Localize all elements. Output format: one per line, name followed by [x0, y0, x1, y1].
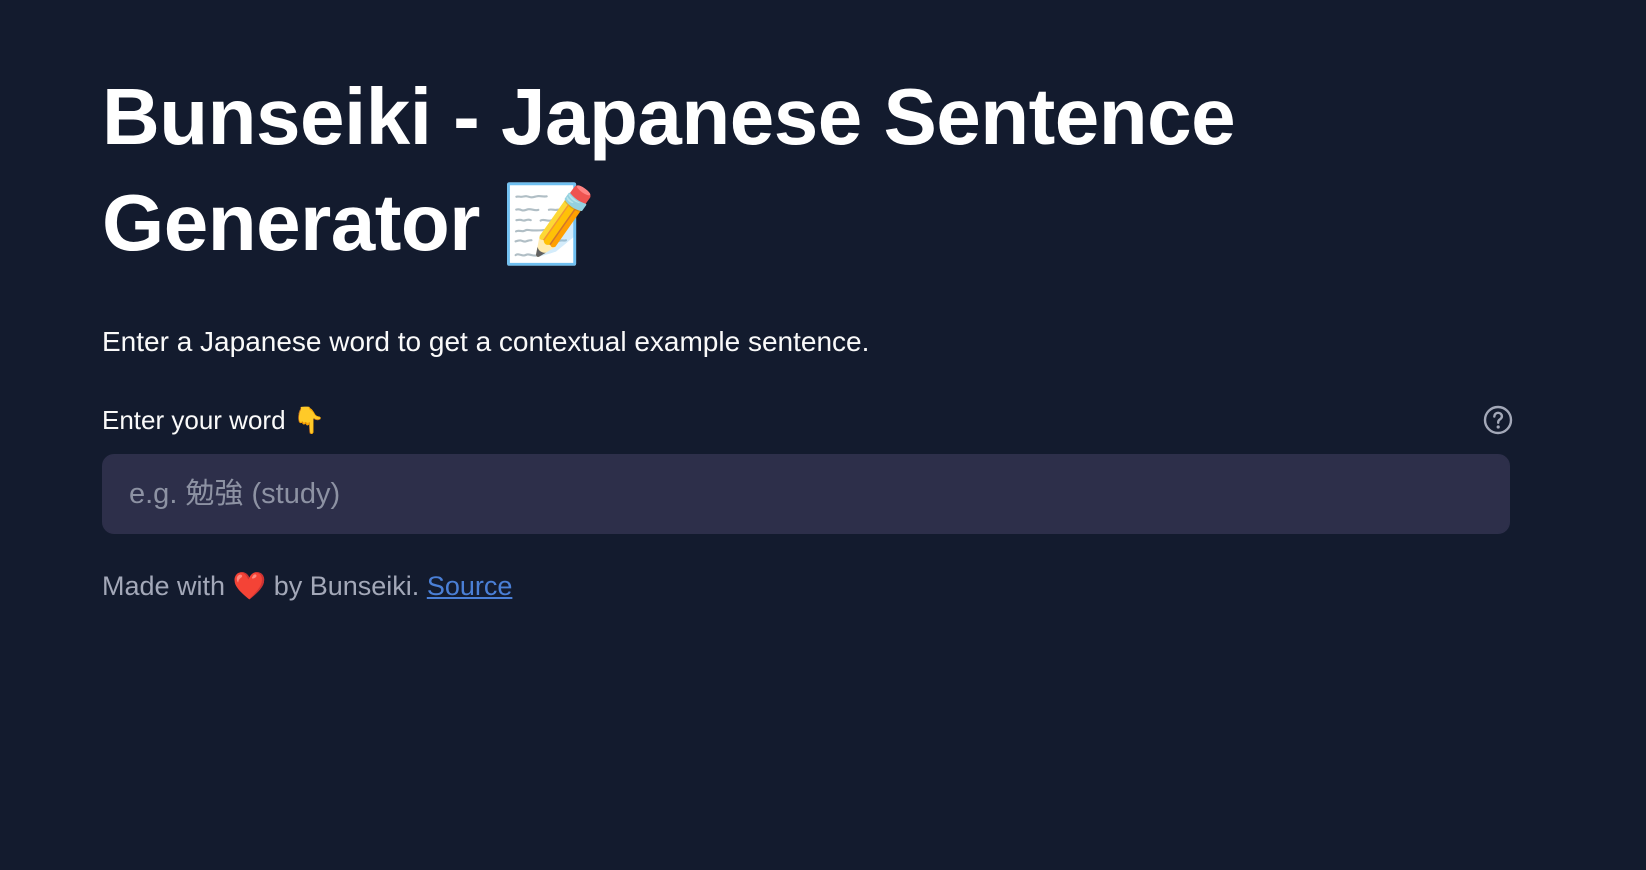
page-title-text: Bunseiki - Japanese Sentence Generator [102, 72, 1236, 267]
source-link[interactable]: Source [427, 571, 513, 601]
page-title: Bunseiki - Japanese Sentence Generator 📝 [102, 64, 1422, 278]
memo-icon: 📝 [501, 182, 597, 267]
footer-prefix: Made with [102, 571, 226, 601]
app-page: Bunseiki - Japanese Sentence Generator 📝… [0, 0, 1646, 870]
word-input-label-text: Enter your word [102, 404, 286, 435]
word-input-label-row: Enter your word 👇 [102, 402, 1513, 438]
pointing-down-icon: 👇 [292, 404, 326, 435]
footer: Made with ❤️ by Bunseiki. Source [102, 570, 1510, 602]
question-circle-icon[interactable] [1480, 402, 1516, 438]
footer-middle: by Bunseiki. [273, 571, 420, 601]
word-input-label: Enter your word 👇 [102, 405, 325, 436]
page-description: Enter a Japanese word to get a contextua… [102, 326, 870, 357]
word-input[interactable] [102, 454, 1510, 534]
main-content: Bunseiki - Japanese Sentence Generator 📝… [102, 64, 1513, 602]
heart-icon: ❤️ [232, 571, 267, 601]
